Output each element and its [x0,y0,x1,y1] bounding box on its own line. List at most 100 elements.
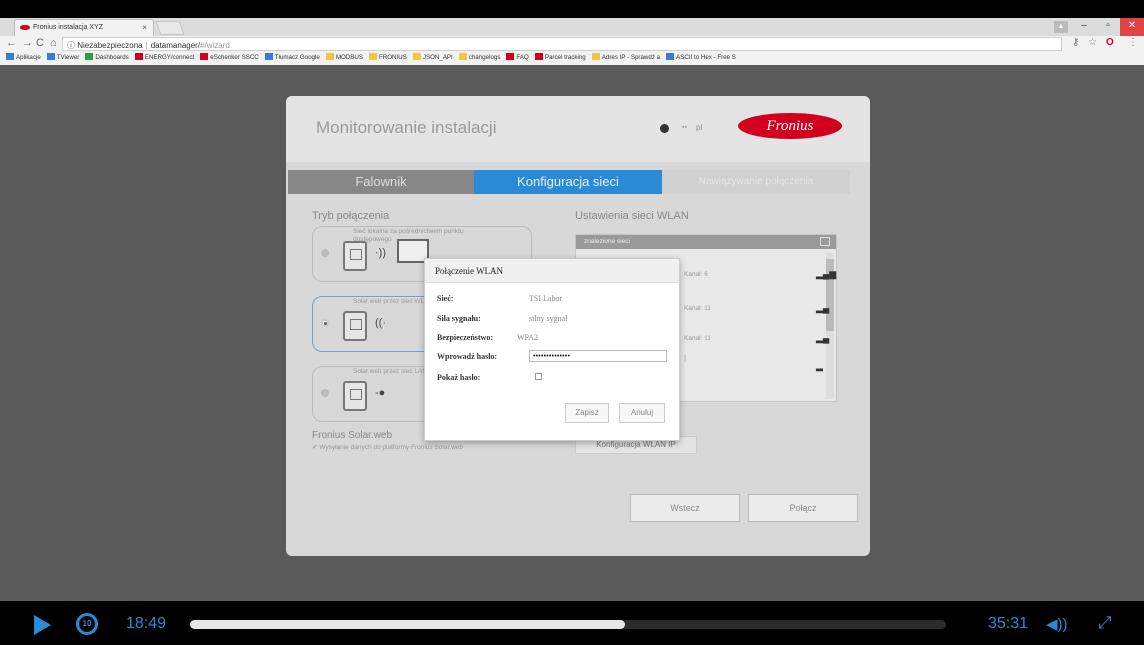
minimize-icon[interactable]: – [1072,18,1096,36]
connect-button[interactable]: Połącz [748,494,858,522]
user-icon[interactable]: ▲ [1054,21,1068,33]
show-password-checkbox[interactable] [535,373,542,380]
bookmark-label: ASCII to Hex - Free S [676,54,736,61]
back-button[interactable]: Wstecz [630,494,740,522]
radio-access-point[interactable] [321,249,329,257]
bookmark-item[interactable]: FRONIUS [369,52,407,64]
language-selector[interactable]: pl [696,123,702,132]
wlan-settings-title: Ustawienia sieci WLAN [575,210,689,222]
bookmark-item[interactable]: changelogs [458,52,500,64]
bookmark-item[interactable]: Dashboards [85,52,129,64]
cancel-button[interactable]: Anuluj [619,403,665,423]
bookmark-item[interactable]: Tłumacz Google [264,52,320,64]
menu-dots-icon[interactable]: ⋮ [1128,37,1138,48]
network-value: TSI Labor [529,294,563,303]
tab-close-icon[interactable]: × [142,23,147,32]
security-label: Bezpieczeństwo: [437,333,493,342]
eschenker-icon [200,53,209,60]
volume-icon[interactable]: ◀)) [1046,615,1068,633]
fullscreen-icon[interactable]: ⤢ [1098,613,1112,633]
folder-icon [458,53,467,60]
checkbox-checked-icon[interactable]: ✔ [312,444,317,451]
settings-icon[interactable] [660,124,669,133]
wizard-steps: Falownik Konfiguracja sieci Nawiązywanie… [288,170,850,194]
fronius-logo: Fronius [738,113,842,139]
signal-bars-icon: ▂ [816,361,823,371]
bookmark-item[interactable]: eSchenker SSCC [200,52,259,64]
network-list-header: znalezione sieci [576,235,836,249]
datamanager-icon [343,311,367,341]
channel-label: Kanał: 11 [684,305,711,312]
ip-icon [591,53,600,60]
total-time: 35:31 [988,615,1029,632]
bookmark-item[interactable]: FAQ [506,52,529,64]
bookmark-label: TViewer [56,54,80,61]
solarweb-checkbox-label[interactable]: ✔ Wysyłanie danych do platformy Fronius … [312,444,522,452]
fronius-icon [506,53,515,60]
folder-icon [412,53,421,60]
fronius-favicon-icon [20,25,30,30]
step-inverter[interactable]: Falownik [288,170,474,194]
bookmark-label: Tłumacz Google [274,54,320,61]
address-host: datamanager/ [150,41,201,50]
connection-mode-section: Tryb połączenia Sieć lokalna za pośredni… [312,210,562,451]
network-label: Sieć: [437,294,454,303]
play-icon[interactable] [34,615,51,635]
home-icon[interactable]: ⌂ [50,37,57,49]
opera-icon[interactable]: O [1106,37,1114,48]
browser-chrome: Fronius instalacja XYZ × ▲ – ▫ ✕ ← → C ⌂… [0,18,1144,65]
signal-label: Siła sygnału: [437,314,481,323]
close-window-icon[interactable]: ✕ [1120,18,1144,36]
parcel-icon [534,53,543,60]
solarweb-title: Fronius Solar.web [312,430,393,441]
reload-icon[interactable]: C [36,37,44,49]
star-icon[interactable]: ☆ [1088,37,1097,48]
address-path: #/wizard [200,41,230,50]
back-arrow-icon[interactable]: ← [6,37,17,49]
radio-solarweb-lan[interactable] [321,389,329,397]
password-input[interactable]: •••••••••••••• [529,350,667,362]
address-row: ← → C ⌂ ⓘ Niezabezpieczona | datamanager/#… [0,36,1144,52]
wifi-signal-icon: ((· [375,317,386,329]
maximize-icon[interactable]: ▫ [1096,18,1120,36]
bookmark-label: Aplikacje [16,54,41,61]
address-bar[interactable]: ⓘ Niezabezpieczona | datamanager/#/wizard [62,37,1062,51]
key-icon[interactable]: ⚷ [1072,37,1079,48]
folder-icon [325,53,334,60]
info-icon[interactable]: ⓘ [67,41,75,50]
save-button[interactable]: Zapisz [565,403,609,423]
forward-arrow-icon[interactable]: → [22,37,33,49]
current-time: 18:49 [126,615,167,632]
radio-solarweb-wlan[interactable] [321,319,329,327]
tab-strip: Fronius instalacja XYZ × ▲ – ▫ ✕ [0,18,1144,36]
replay-10-icon[interactable]: 10 [76,613,98,635]
tab-title: Fronius instalacja XYZ [33,24,104,31]
show-password-label: Pokaż hasło: [437,373,481,382]
new-tab-button[interactable] [155,21,185,35]
datamanager-icon [343,381,367,411]
bookmark-item[interactable]: JSON_API [412,52,453,64]
bookmark-label: FAQ [516,54,529,61]
bookmark-item[interactable]: Adres IP - Sprawdź a [591,52,660,64]
progress-track[interactable] [190,620,946,629]
channel-label: Kanał: 11 [684,335,711,342]
bookmark-item[interactable]: Parcel tracking [534,52,586,64]
connection-mode-title: Tryb połączenia [312,210,390,222]
video-player-controls: 10 18:49 35:31 ◀)) ⤢ [0,601,1144,645]
security-row: Bezpieczeństwo: WPA2 [437,333,538,342]
flag-icon[interactable]: ▪▪ [682,124,687,131]
dashboards-icon [85,53,94,60]
show-password-row: Pokaż hasło: [437,373,480,382]
step-network-config[interactable]: Konfiguracja sieci [474,170,674,194]
signal-bars-icon: ▂▄ [816,333,830,343]
bookmark-item[interactable]: MODBUS [325,52,363,64]
bookmark-item[interactable]: Aplikacje [6,52,41,64]
bookmark-item[interactable]: ASCII to Hex - Free S [666,52,736,64]
bookmark-label: Parcel tracking [544,54,586,61]
browser-tab[interactable]: Fronius instalacja XYZ × [14,19,154,36]
bookmark-item[interactable]: ENERGY/connect [134,52,194,64]
refresh-icon[interactable] [820,237,830,246]
signal-bars-icon: ▂▄ [816,303,830,313]
bookmark-item[interactable]: TViewer [46,52,80,64]
wlan-connection-dialog: Połączenie WLAN Sieć: TSI Labor Siła syg… [424,258,680,441]
